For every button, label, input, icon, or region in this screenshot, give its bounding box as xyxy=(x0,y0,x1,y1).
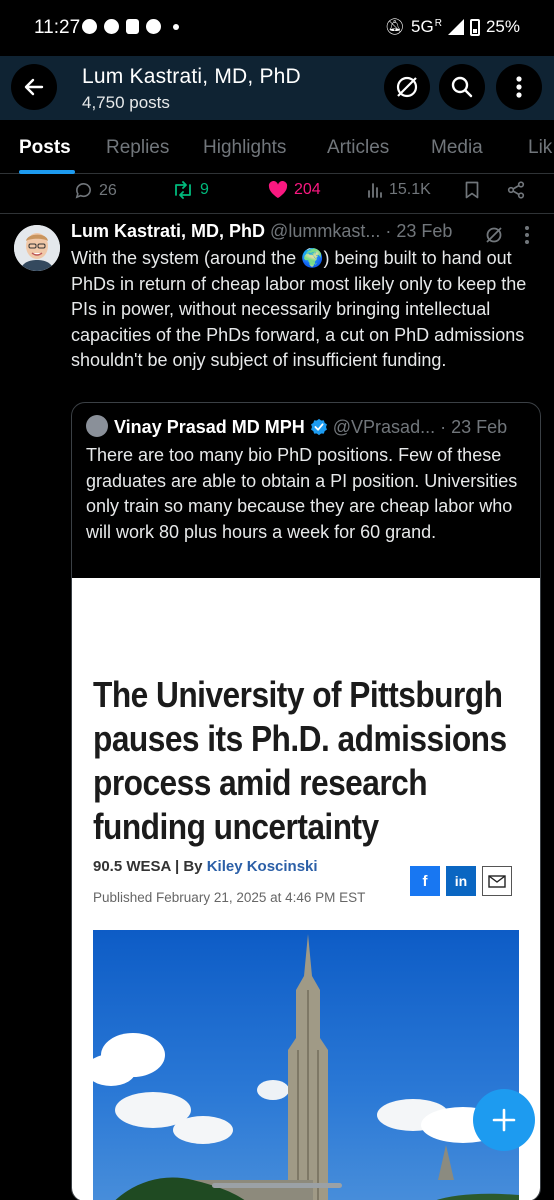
more-notifications-icon xyxy=(173,24,179,30)
more-vertical-icon xyxy=(516,76,522,98)
tab-posts[interactable]: Posts xyxy=(19,137,71,159)
avatar-image xyxy=(14,225,60,271)
grok-icon xyxy=(396,76,418,98)
reddit-icon xyxy=(146,19,161,34)
back-button[interactable] xyxy=(11,64,57,110)
previous-post-actions: 26 9 204 15.1K xyxy=(0,174,554,214)
like-action[interactable]: 204 xyxy=(268,181,321,199)
battery-icon xyxy=(469,18,480,36)
tab-media[interactable]: Media xyxy=(431,137,483,159)
article-source: 90.5 WESA | By xyxy=(93,858,207,875)
signal-icon xyxy=(447,19,464,35)
share-action[interactable] xyxy=(507,181,525,199)
battery-level: 25% xyxy=(485,17,520,36)
search-button[interactable] xyxy=(439,64,485,110)
quote-author-name: Vinay Prasad MD MPH xyxy=(114,417,305,437)
tweet-text: With the system (around the 🌍) being bui… xyxy=(71,246,541,374)
reply-count: 26 xyxy=(99,181,117,199)
status-time: 11:27 xyxy=(34,17,81,38)
share-icon xyxy=(507,181,525,199)
like-count: 204 xyxy=(294,181,321,198)
quoted-tweet[interactable]: Vinay Prasad MD MPH @VPrasad... · 23 Feb… xyxy=(71,402,541,1200)
profile-tabs: Posts Replies Highlights Articles Media … xyxy=(0,120,554,174)
quote-header: Vinay Prasad MD MPH @VPrasad... · 23 Feb xyxy=(86,415,507,438)
heart-icon xyxy=(268,181,288,198)
article-image[interactable]: The University of Pittsburgh pauses its … xyxy=(72,578,540,1200)
tweet-date[interactable]: · 23 Feb xyxy=(385,221,452,241)
article-byline: 90.5 WESA | By Kiley Koscinski xyxy=(93,858,318,875)
globe-emoji-icon: 🌍 xyxy=(301,248,324,268)
quote-handle: @VPrasad... xyxy=(332,417,436,437)
search-icon xyxy=(451,76,473,98)
quote-avatar xyxy=(86,415,108,437)
plus-icon xyxy=(492,1108,516,1132)
article-author: Kiley Koscinski xyxy=(206,858,318,875)
avatar[interactable] xyxy=(14,225,60,271)
facebook-share-icon: f xyxy=(410,866,440,896)
compose-button[interactable] xyxy=(473,1089,535,1151)
notification-icons xyxy=(82,19,179,34)
tweet-text-part-1: With the system (around the xyxy=(71,248,302,268)
tweet-more-icon[interactable] xyxy=(524,225,530,245)
views-count: 15.1K xyxy=(389,181,431,198)
tweet-handle[interactable]: @lummkast... xyxy=(270,221,380,241)
mute-icon: 🔕︎ xyxy=(384,19,406,36)
quote-text: There are too many bio PhD positions. Fe… xyxy=(86,445,518,542)
profile-header: Lum Kastrati, MD, PhD 4,750 posts xyxy=(0,56,554,120)
tab-articles[interactable]: Articles xyxy=(327,137,389,159)
repost-icon xyxy=(175,181,191,199)
article-title: The University of Pittsburgh pauses its … xyxy=(93,674,507,847)
linkedin-share-icon: in xyxy=(446,866,476,896)
tweet-author-name[interactable]: Lum Kastrati, MD, PhD xyxy=(71,221,265,241)
tab-replies[interactable]: Replies xyxy=(106,137,169,159)
views-icon xyxy=(368,183,382,198)
repost-action[interactable]: 9 xyxy=(172,181,209,199)
quote-date: · 23 Feb xyxy=(440,417,508,437)
tweet-header: Lum Kastrati, MD, PhD @lummkast... · 23 … xyxy=(71,221,541,242)
verified-badge-icon xyxy=(310,418,327,436)
article-published: Published February 21, 2025 at 4:46 PM E… xyxy=(93,890,366,905)
reply-action[interactable]: 26 xyxy=(74,181,117,200)
moon-icon xyxy=(126,19,139,34)
status-bar: 11:27 🔕︎ 5G R 25% xyxy=(0,0,554,56)
status-right: 🔕︎ 5G R 25% xyxy=(385,17,520,37)
tab-likes[interactable]: Lik xyxy=(528,137,552,159)
header-title: Lum Kastrati, MD, PhD xyxy=(82,65,301,88)
tab-highlights[interactable]: Highlights xyxy=(203,137,286,159)
bookmark-action[interactable] xyxy=(465,181,479,199)
cathedral-of-learning-photo xyxy=(93,930,519,1200)
more-button[interactable] xyxy=(496,64,542,110)
network-label: 5G xyxy=(411,17,434,36)
reply-icon xyxy=(75,183,91,199)
repost-count: 9 xyxy=(200,181,209,198)
grok-button[interactable] xyxy=(384,64,430,110)
roaming-label: R xyxy=(434,17,442,29)
views-action[interactable]: 15.1K xyxy=(367,181,431,199)
grok-tweet-icon[interactable] xyxy=(484,225,504,245)
post-count: 4,750 posts xyxy=(82,93,170,112)
chat-icon xyxy=(82,19,97,34)
back-arrow-icon xyxy=(24,78,44,96)
email-share-icon xyxy=(482,866,512,896)
home-indicator[interactable] xyxy=(212,1183,342,1188)
bookmark-icon xyxy=(465,181,479,199)
spotify-icon xyxy=(104,19,119,34)
